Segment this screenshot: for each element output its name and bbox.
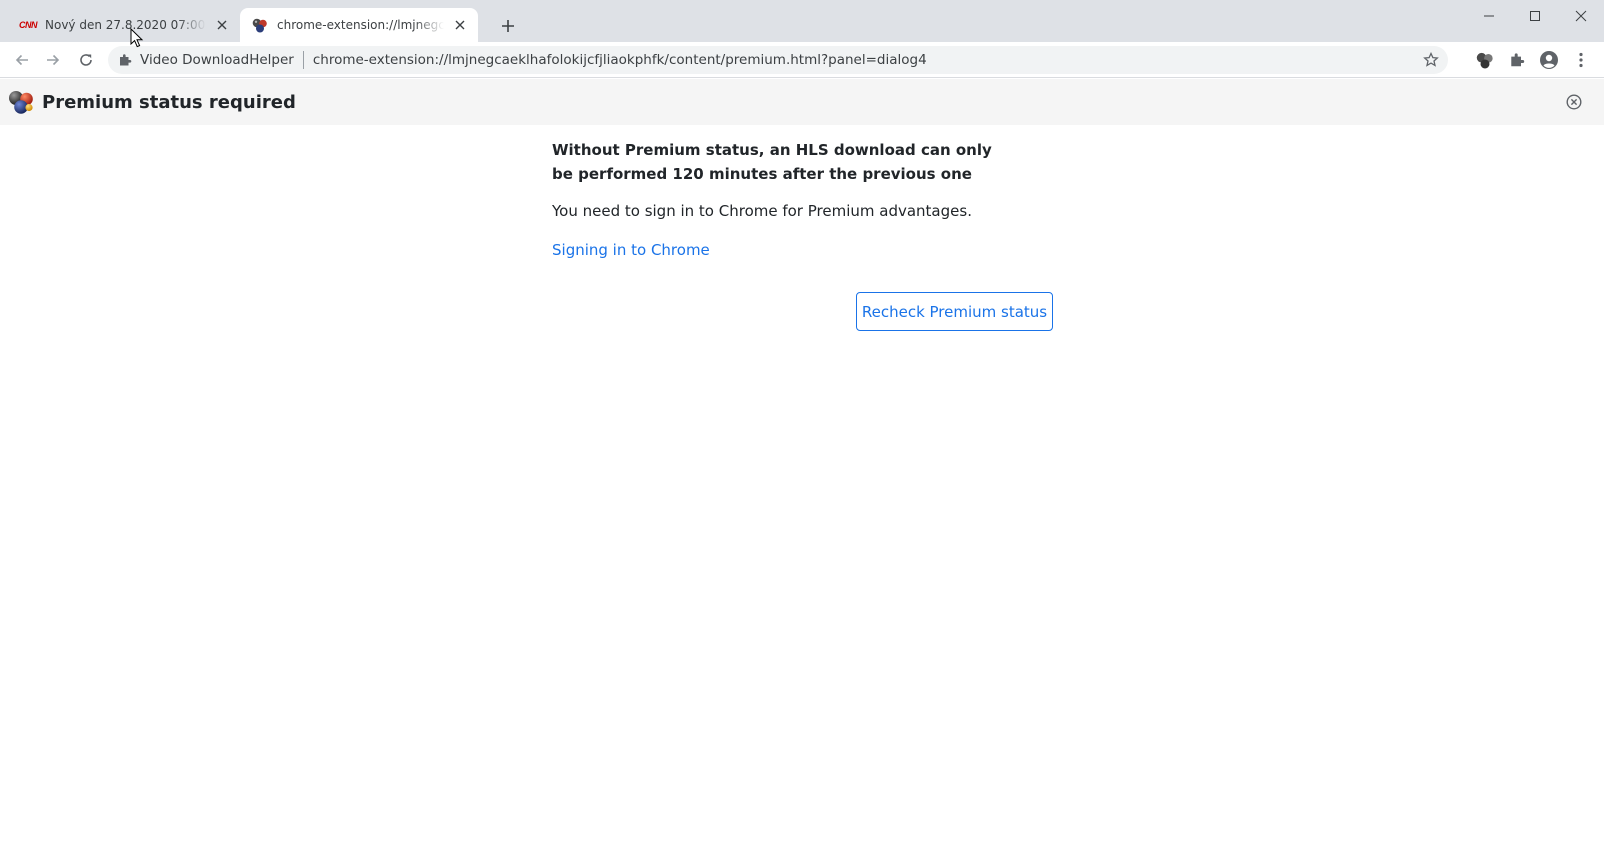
minimize-button[interactable]	[1466, 0, 1512, 32]
url-text[interactable]: chrome-extension://lmjnegcaeklhafolokijc…	[313, 52, 927, 68]
browser-toolbar: Video DownloadHelper chrome-extension://…	[0, 42, 1604, 78]
maximize-button[interactable]	[1512, 0, 1558, 32]
arrow-left-icon	[15, 54, 28, 66]
page-title: Premium status required	[42, 91, 296, 113]
close-tab-icon[interactable]	[450, 15, 470, 35]
tab-title: Nový den 27.8.2020 07:00 - 09:00	[45, 18, 206, 32]
sign-in-message: You need to sign in to Chrome for Premiu…	[552, 202, 972, 220]
cnn-favicon-icon: CNN	[19, 20, 38, 30]
close-window-button[interactable]	[1558, 0, 1604, 32]
tab-extension[interactable]: chrome-extension://lmjnegcaeklhafolokijc…	[240, 8, 478, 42]
back-button[interactable]	[8, 46, 36, 74]
new-tab-button[interactable]	[494, 12, 522, 40]
puzzle-icon	[116, 51, 134, 69]
reload-button[interactable]	[72, 46, 100, 74]
profile-avatar-icon[interactable]	[1538, 49, 1560, 71]
menu-kebab-icon[interactable]	[1570, 49, 1592, 71]
tab-strip: CNN Nový den 27.8.2020 07:00 - 09:00 chr…	[0, 0, 1604, 42]
recheck-premium-button[interactable]: Recheck Premium status	[856, 292, 1053, 331]
premium-dialog-content: Without Premium status, an HLS download …	[552, 138, 1052, 261]
video-downloadhelper-favicon-icon	[252, 17, 268, 33]
video-downloadhelper-extension-icon[interactable]	[1474, 49, 1496, 71]
mouse-cursor-icon	[130, 28, 144, 48]
panel-header: Premium status required	[0, 79, 1604, 125]
extension-name-chip: Video DownloadHelper	[140, 52, 294, 68]
video-downloadhelper-logo-icon	[8, 89, 34, 115]
arrow-right-icon	[47, 54, 60, 66]
reload-icon	[80, 54, 92, 66]
close-tab-icon[interactable]	[212, 15, 232, 35]
forward-button[interactable]	[39, 46, 67, 74]
close-circle-icon	[1566, 94, 1582, 110]
tab-cnn[interactable]: CNN Nový den 27.8.2020 07:00 - 09:00	[8, 8, 240, 42]
close-icon	[1575, 10, 1587, 22]
extensions-puzzle-icon[interactable]	[1506, 49, 1528, 71]
address-bar[interactable]: Video DownloadHelper chrome-extension://…	[108, 46, 1448, 74]
minimize-icon	[1484, 15, 1494, 17]
maximize-icon	[1530, 11, 1540, 21]
window-controls	[1466, 0, 1604, 32]
premium-headline: Without Premium status, an HLS download …	[552, 141, 992, 183]
omnibox-separator	[302, 51, 304, 69]
tab-title: chrome-extension://lmjnegcaeklhafolokijc…	[277, 18, 444, 32]
signing-in-link[interactable]: Signing in to Chrome	[552, 239, 710, 261]
close-panel-button[interactable]	[1564, 92, 1584, 112]
bookmark-star-icon[interactable]	[1422, 51, 1440, 69]
plus-icon	[502, 20, 514, 32]
